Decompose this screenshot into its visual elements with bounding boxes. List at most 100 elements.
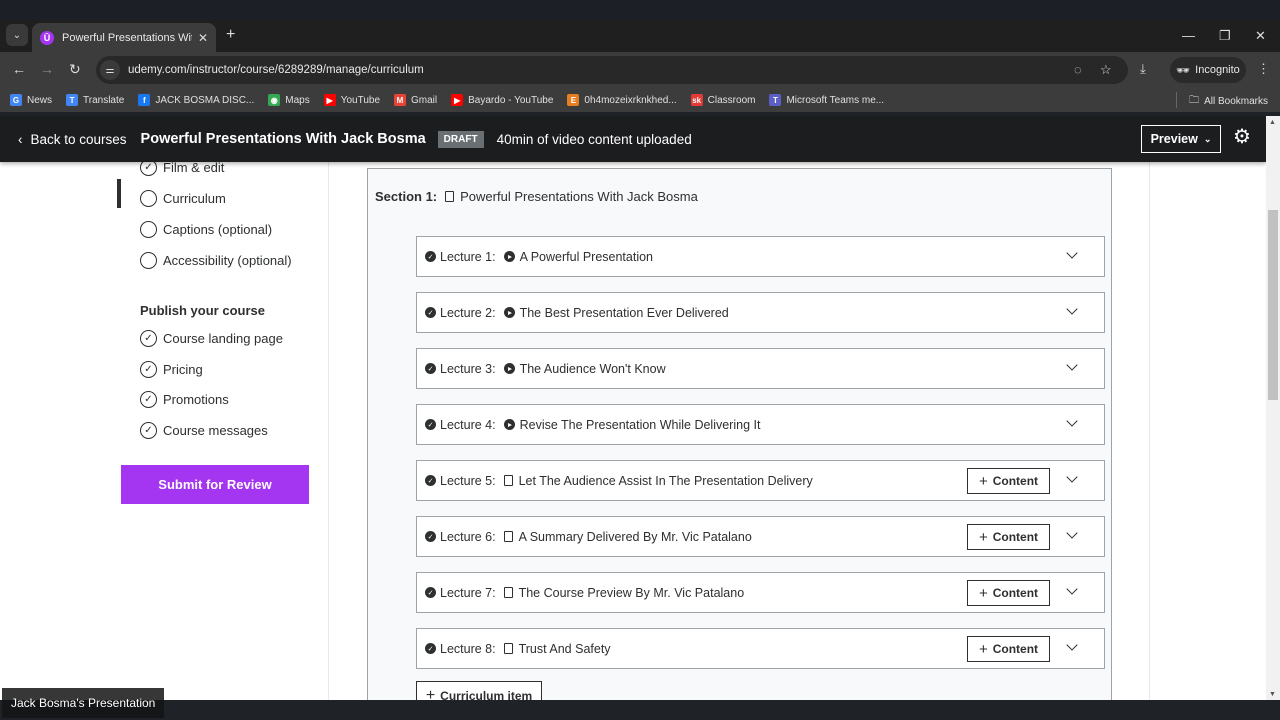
bookmark-item[interactable]: ◉ Maps bbox=[268, 94, 310, 106]
lecture-row[interactable]: ✓ Lecture 3: The Audience Won't Know bbox=[416, 348, 1105, 389]
bookmark-favicon-icon: M bbox=[394, 94, 407, 106]
menu-kebab-icon[interactable]: ⋮ bbox=[1257, 61, 1270, 77]
bookmark-item[interactable]: G News bbox=[10, 94, 52, 106]
chevron-down-icon[interactable] bbox=[1066, 303, 1078, 315]
lecture-row[interactable]: ✓ Lecture 4: Revise The Presentation While… bbox=[416, 404, 1105, 445]
scroll-up-arrow-icon[interactable]: ▲ bbox=[1269, 119, 1276, 126]
reload-icon[interactable]: ↻ bbox=[69, 61, 81, 78]
bookmark-item[interactable]: T Translate bbox=[66, 94, 124, 106]
back-arrow-icon[interactable]: ← bbox=[12, 61, 26, 77]
add-content-button[interactable]: + Content bbox=[967, 468, 1050, 494]
eye-slash-icon[interactable]: ◌ bbox=[1074, 62, 1082, 77]
chevron-down-icon[interactable] bbox=[1066, 527, 1078, 539]
chevron-down-icon[interactable] bbox=[1066, 639, 1078, 651]
lecture-label: Lecture 5: bbox=[440, 473, 496, 488]
all-bookmarks-button[interactable]: 🗀 All Bookmarks bbox=[1189, 93, 1268, 110]
lecture-title[interactable]: The Best Presentation Ever Delivered bbox=[520, 306, 729, 320]
incognito-badge[interactable]: 🕶 Incognito bbox=[1170, 57, 1246, 83]
section-title[interactable]: Powerful Presentations With Jack Bosma bbox=[460, 189, 698, 204]
bookmark-item[interactable]: E 0h4mozeixrknkhed... bbox=[567, 94, 677, 106]
file-icon bbox=[445, 191, 455, 202]
restore-icon[interactable]: ❐ bbox=[1219, 28, 1231, 44]
content-button-label: Content bbox=[992, 530, 1039, 544]
curriculum-section: Section 1: Powerful Presentations With J… bbox=[367, 168, 1112, 700]
lecture-title[interactable]: A Summary Delivered By Mr. Vic Patalano bbox=[519, 530, 752, 544]
tab-search-button[interactable]: ⌄ bbox=[6, 24, 28, 46]
course-header: ‹ Back to courses Powerful Presentations… bbox=[0, 116, 1266, 162]
sidebar-item[interactable]: ✓ Promotions bbox=[140, 391, 229, 408]
bookmark-item[interactable]: T Microsoft Teams me... bbox=[769, 94, 884, 106]
chevron-down-icon[interactable] bbox=[1066, 247, 1078, 259]
lecture-title[interactable]: Let The Audience Assist In The Presentat… bbox=[519, 474, 813, 488]
add-item-label: Curriculum item bbox=[440, 689, 533, 700]
add-content-button[interactable]: + Content bbox=[967, 580, 1050, 606]
bookmark-label: Bayardo - YouTube bbox=[468, 94, 554, 106]
sidebar-item[interactable]: ✓ Pricing bbox=[140, 361, 203, 378]
gear-icon[interactable]: ⚙ bbox=[1233, 127, 1251, 147]
preview-label: Preview bbox=[1150, 132, 1198, 146]
lecture-title[interactable]: Trust And Safety bbox=[519, 642, 611, 656]
add-content-button[interactable]: + Content bbox=[967, 524, 1050, 550]
content-button-label: Content bbox=[992, 642, 1039, 656]
empty-circle-icon bbox=[140, 252, 157, 269]
close-window-icon[interactable]: ✕ bbox=[1255, 28, 1266, 44]
lecture-label: Lecture 8: bbox=[440, 641, 496, 656]
bookmark-item[interactable]: ▶ Bayardo - YouTube bbox=[451, 94, 553, 106]
check-circle-icon: ✓ bbox=[140, 391, 157, 408]
page-scrollbar[interactable]: ▲ ▼ bbox=[1266, 116, 1280, 700]
lecture-row[interactable]: ✓ Lecture 2: The Best Presentation Ever De… bbox=[416, 292, 1105, 333]
minimize-icon[interactable]: — bbox=[1182, 28, 1195, 43]
bookmark-item[interactable]: M Gmail bbox=[394, 94, 437, 106]
sidebar-item[interactable]: ✓ Course messages bbox=[140, 422, 268, 439]
scroll-thumb[interactable] bbox=[1268, 210, 1278, 400]
incognito-icon: 🕶 bbox=[1176, 64, 1191, 77]
scroll-down-arrow-icon[interactable]: ▼ bbox=[1269, 691, 1276, 698]
bookmark-star-icon[interactable]: ☆ bbox=[1100, 62, 1112, 78]
tab-close-icon[interactable]: ✕ bbox=[198, 31, 208, 45]
url-text[interactable]: udemy.com/instructor/course/6289289/mana… bbox=[128, 64, 424, 76]
back-to-courses-link[interactable]: ‹ Back to courses bbox=[18, 132, 127, 147]
bookmark-item[interactable]: f JACK BOSMA DISC... bbox=[138, 94, 254, 106]
lecture-row[interactable]: ✓ Lecture 1: A Powerful Presentation bbox=[416, 236, 1105, 277]
sidebar-item[interactable]: ✓ Course landing page bbox=[140, 330, 283, 347]
lecture-row[interactable]: ✓ Lecture 8: Trust And Safety + Content bbox=[416, 628, 1105, 669]
sidebar-item[interactable]: Accessibility (optional) bbox=[140, 252, 292, 269]
preview-button[interactable]: Preview ⌄ bbox=[1141, 125, 1221, 153]
bottom-strip bbox=[0, 700, 1280, 720]
add-curriculum-item-button[interactable]: + Curriculum item bbox=[416, 681, 542, 700]
sidebar-item[interactable]: Captions (optional) bbox=[140, 221, 272, 238]
lecture-title[interactable]: A Powerful Presentation bbox=[520, 250, 653, 264]
forward-arrow-icon[interactable]: → bbox=[40, 61, 54, 77]
chevron-down-icon[interactable] bbox=[1066, 471, 1078, 483]
chevron-down-icon[interactable] bbox=[1066, 583, 1078, 595]
bookmark-label: Classroom bbox=[707, 94, 756, 106]
lecture-row[interactable]: ✓ Lecture 6: A Summary Delivered By Mr. Vi… bbox=[416, 516, 1105, 557]
lecture-title[interactable]: The Course Preview By Mr. Vic Patalano bbox=[519, 586, 745, 600]
lecture-title[interactable]: The Audience Won't Know bbox=[520, 362, 666, 376]
add-content-button[interactable]: + Content bbox=[967, 636, 1050, 662]
sidebar-item-label: Course landing page bbox=[163, 331, 283, 346]
sidebar-item-label: Pricing bbox=[163, 362, 203, 377]
new-tab-button[interactable]: + bbox=[226, 26, 235, 44]
bookmark-item[interactable]: ▶ YouTube bbox=[323, 94, 380, 106]
site-info-icon[interactable]: ⚌ bbox=[100, 60, 120, 80]
bookmarks-separator bbox=[1176, 92, 1177, 108]
browser-tab-active[interactable]: Ū Powerful Presentations With Jack Bosma… bbox=[32, 23, 216, 52]
lecture-row[interactable]: ✓ Lecture 7: The Course Preview By Mr. Vic… bbox=[416, 572, 1105, 613]
lecture-title[interactable]: Revise The Presentation While Delivering… bbox=[520, 418, 761, 432]
submit-for-review-button[interactable]: Submit for Review bbox=[121, 465, 309, 504]
lecture-row[interactable]: ✓ Lecture 5: Let The Audience Assist In Th… bbox=[416, 460, 1105, 501]
download-icon[interactable]: ⤓ bbox=[1140, 61, 1146, 77]
chevron-down-icon[interactable] bbox=[1066, 415, 1078, 427]
file-icon bbox=[503, 475, 513, 486]
address-bar[interactable]: ⚌ udemy.com/instructor/course/6289289/ma… bbox=[96, 56, 1128, 84]
status-badge: DRAFT bbox=[437, 130, 484, 148]
back-label: Back to courses bbox=[30, 131, 127, 147]
chevron-down-icon[interactable] bbox=[1066, 359, 1078, 371]
bookmark-item[interactable]: sk Classroom bbox=[690, 94, 756, 106]
sidebar-item[interactable]: Curriculum bbox=[140, 190, 226, 207]
content-button-label: Content bbox=[992, 586, 1039, 600]
check-circle-icon: ✓ bbox=[425, 363, 436, 374]
file-icon bbox=[503, 587, 513, 598]
chevron-down-icon: ⌄ bbox=[1203, 133, 1212, 144]
